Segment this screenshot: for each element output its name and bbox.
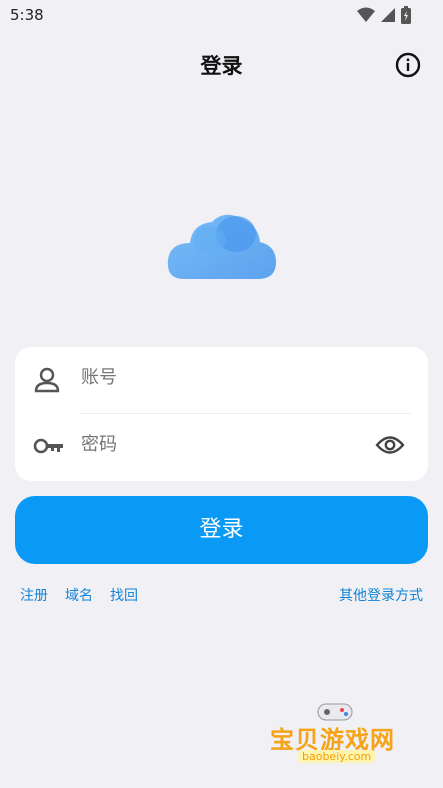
watermark-url: baobeiy.com bbox=[298, 750, 376, 763]
wifi-icon bbox=[357, 7, 375, 22]
cloud-logo bbox=[167, 214, 276, 279]
page-title: 登录 bbox=[200, 54, 243, 78]
other-login-link[interactable]: 其他登录方式 bbox=[339, 585, 423, 605]
battery-icon bbox=[401, 6, 411, 24]
gamepad-icon bbox=[317, 703, 353, 721]
recover-link[interactable]: 找回 bbox=[110, 585, 138, 605]
account-row bbox=[15, 347, 428, 414]
links-row: 注册 域名 找回 其他登录方式 bbox=[0, 585, 443, 607]
signal-icon bbox=[381, 8, 395, 22]
login-button[interactable]: 登录 bbox=[15, 496, 428, 564]
info-icon[interactable] bbox=[395, 52, 421, 78]
app-bar: 登录 bbox=[0, 40, 443, 90]
password-row bbox=[15, 414, 428, 480]
eye-icon[interactable] bbox=[375, 434, 405, 456]
register-link[interactable]: 注册 bbox=[20, 585, 48, 605]
account-input[interactable] bbox=[81, 367, 361, 388]
domain-link[interactable]: 域名 bbox=[65, 585, 93, 605]
login-form-card bbox=[15, 347, 428, 481]
watermark: 宝贝游戏网 baobeiy.com bbox=[262, 698, 412, 778]
person-icon bbox=[34, 367, 60, 393]
status-bar: 5:38 bbox=[0, 0, 443, 32]
status-icons bbox=[357, 6, 411, 24]
password-input[interactable] bbox=[81, 434, 361, 455]
key-icon bbox=[33, 438, 63, 454]
status-time: 5:38 bbox=[10, 6, 44, 24]
